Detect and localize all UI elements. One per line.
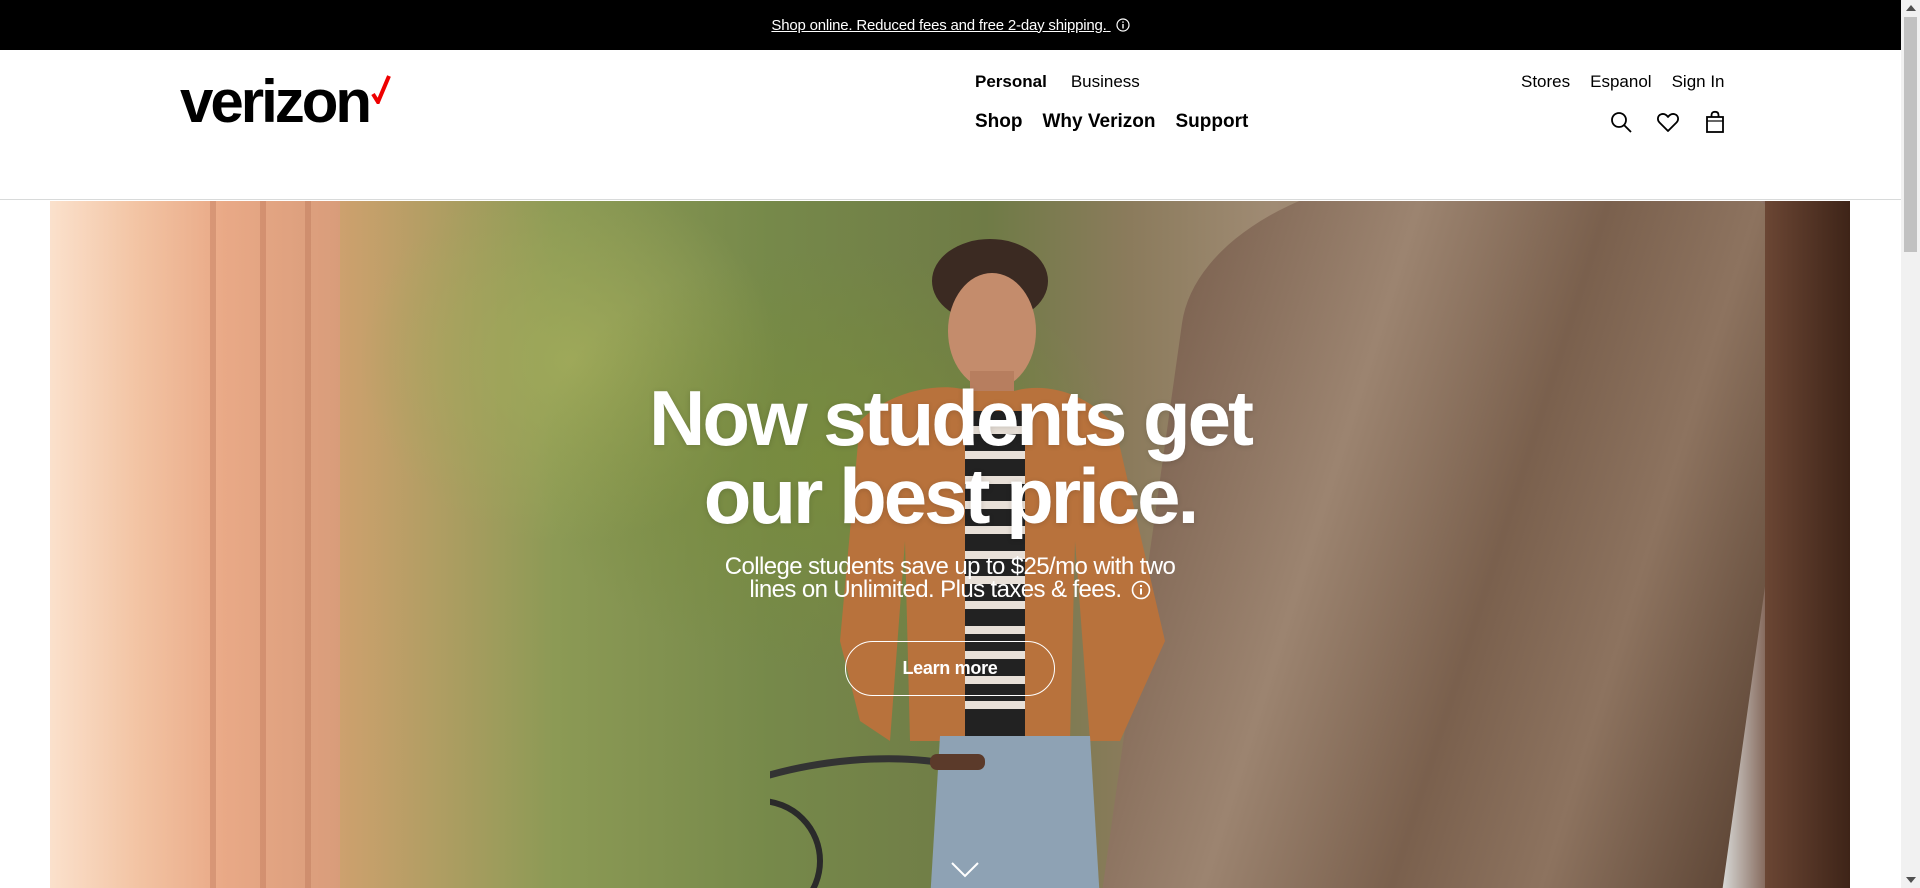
search-icon[interactable] (1609, 110, 1633, 134)
hero-subtext: College students save up to $25/mo with … (50, 555, 1850, 603)
scrollbar-thumb[interactable] (1904, 17, 1917, 252)
promo-banner: Shop online. Reduced fees and free 2-day… (0, 0, 1901, 50)
nav-shop[interactable]: Shop (975, 111, 1023, 133)
utility-links: Stores Espanol Sign In (1521, 72, 1725, 92)
headline-line-1: Now students get (648, 374, 1254, 462)
hero-banner: Now students get our best price. College… (50, 201, 1850, 888)
info-circle-icon[interactable] (1116, 17, 1130, 32)
learn-more-button[interactable]: Learn more (845, 641, 1055, 696)
nav-support[interactable]: Support (1175, 111, 1248, 133)
sign-in-link[interactable]: Sign In (1672, 72, 1725, 92)
site-header: verizon Personal Business Shop Why Veriz… (0, 50, 1901, 200)
info-circle-icon[interactable] (1131, 580, 1151, 600)
nav-business[interactable]: Business (1071, 72, 1140, 92)
subtext-line-2: lines on Unlimited. Plus taxes & fees. (749, 576, 1122, 603)
verizon-logo[interactable]: verizon (180, 72, 391, 132)
headline-line-2: our best price. (703, 452, 1199, 540)
hero-headline: Now students get our best price. (50, 379, 1850, 535)
promo-link[interactable]: Shop online. Reduced fees and free 2-day… (771, 16, 1130, 34)
espanol-link[interactable]: Espanol (1590, 72, 1651, 92)
utility-icons (1609, 110, 1727, 134)
stores-link[interactable]: Stores (1521, 72, 1570, 92)
segment-nav: Personal Business (975, 72, 1140, 92)
scroll-up-arrow-icon[interactable] (1906, 5, 1916, 11)
main-nav: Shop Why Verizon Support (975, 111, 1248, 133)
nav-personal[interactable]: Personal (975, 72, 1047, 92)
checkmark-logo-icon (371, 75, 391, 104)
promo-text: Shop online. Reduced fees and free 2-day… (771, 16, 1107, 34)
chevron-down-icon[interactable] (950, 861, 980, 879)
nav-why-verizon[interactable]: Why Verizon (1043, 111, 1156, 133)
hero-content: Now students get our best price. College… (50, 201, 1850, 888)
logo-wordmark: verizon (180, 68, 372, 135)
heart-icon[interactable] (1656, 110, 1680, 134)
shopping-bag-icon[interactable] (1703, 110, 1727, 134)
scroll-down-arrow-icon[interactable] (1906, 877, 1916, 883)
page-scrollbar[interactable] (1901, 0, 1920, 888)
